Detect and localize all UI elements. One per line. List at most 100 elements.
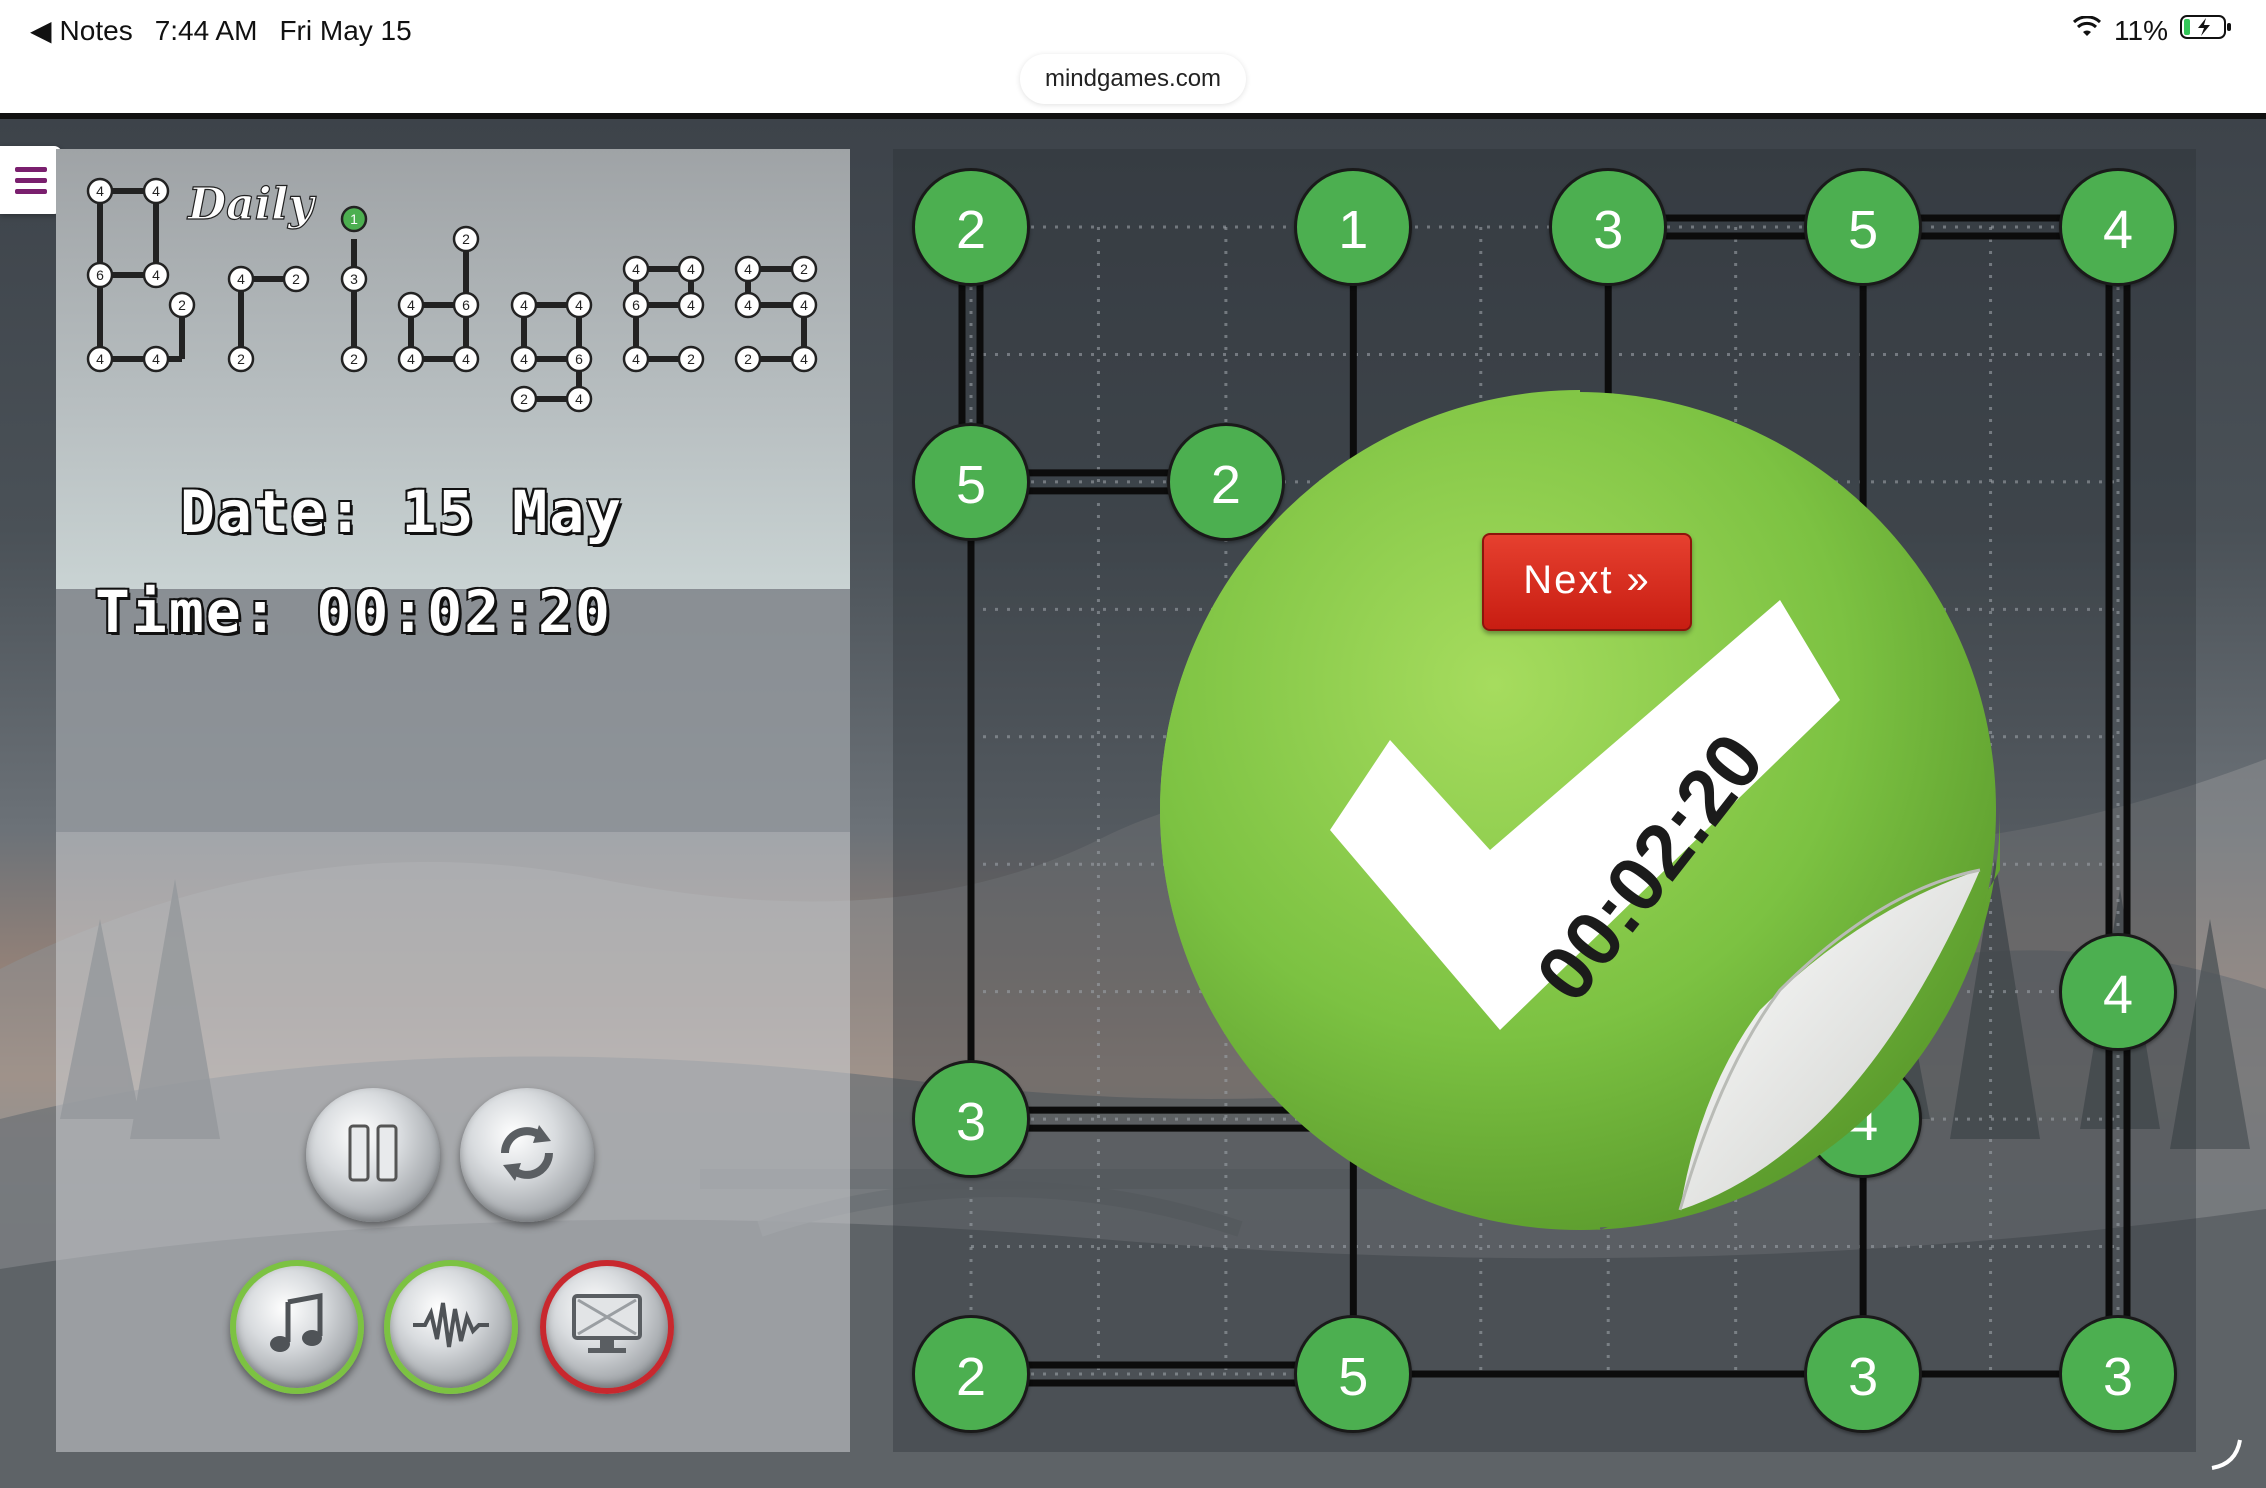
island-node[interactable]: 3 bbox=[1804, 1315, 1923, 1433]
svg-text:4: 4 bbox=[520, 297, 528, 313]
menu-bar-icon bbox=[15, 188, 47, 194]
music-icon bbox=[262, 1290, 332, 1365]
island-node[interactable]: 4 bbox=[2059, 932, 2177, 1051]
logo-mini-island: 4 bbox=[510, 345, 538, 373]
island-node[interactable]: 4 bbox=[2059, 168, 2177, 286]
logo-script-word: Daily bbox=[186, 179, 317, 230]
battery-charging-icon bbox=[2180, 14, 2232, 47]
svg-text:4: 4 bbox=[744, 297, 752, 313]
resize-handle-icon bbox=[2206, 1434, 2246, 1474]
logo-mini-island: 4 bbox=[790, 291, 818, 319]
svg-text:4: 4 bbox=[520, 351, 528, 367]
svg-text:2: 2 bbox=[687, 351, 695, 367]
logo-mini-island: 2 bbox=[677, 345, 705, 373]
svg-text:2: 2 bbox=[350, 351, 358, 367]
svg-text:4: 4 bbox=[407, 351, 415, 367]
puzzle-date: Date: 15 May bbox=[180, 478, 624, 546]
island-node[interactable]: 5 bbox=[912, 422, 1030, 541]
svg-text:4: 4 bbox=[744, 261, 752, 277]
menu-bar-icon bbox=[15, 166, 47, 172]
svg-text:4: 4 bbox=[687, 261, 695, 277]
island-node[interactable]: 3 bbox=[2059, 1315, 2177, 1433]
logo-mini-island: 4 bbox=[790, 345, 818, 373]
svg-text:4: 4 bbox=[632, 351, 640, 367]
island-node[interactable]: 3 bbox=[912, 1060, 1030, 1179]
island-node[interactable]: 5 bbox=[1804, 168, 1923, 286]
logo-mini-island: 6 bbox=[622, 291, 650, 319]
svg-text:4: 4 bbox=[237, 271, 245, 287]
svg-text:4: 4 bbox=[800, 351, 808, 367]
logo-mini-island: 4 bbox=[510, 291, 538, 319]
svg-text:6: 6 bbox=[462, 297, 470, 313]
status-bar: ◀ Notes 7:44 AM Fri May 15 11% mindgames… bbox=[0, 0, 2266, 113]
svg-text:6: 6 bbox=[575, 351, 583, 367]
island-node[interactable]: 1 bbox=[1294, 168, 1413, 286]
restart-icon bbox=[489, 1115, 565, 1196]
logo-mini-island: 4 bbox=[622, 255, 650, 283]
restart-button[interactable] bbox=[460, 1088, 594, 1222]
logo-mini-island: 2 bbox=[282, 265, 310, 293]
logo-mini-island: 3 bbox=[340, 265, 368, 293]
svg-text:2: 2 bbox=[237, 351, 245, 367]
pause-icon bbox=[338, 1118, 408, 1193]
back-to-notes-link[interactable]: ◀ Notes bbox=[30, 14, 133, 47]
svg-text:2: 2 bbox=[462, 231, 470, 247]
island-node[interactable]: 3 bbox=[1549, 168, 1668, 286]
svg-text:4: 4 bbox=[800, 297, 808, 313]
logo-mini-island: 2 bbox=[790, 255, 818, 283]
logo-mini-island: 4 bbox=[397, 291, 425, 319]
island-node[interactable]: 2 bbox=[912, 168, 1030, 286]
island-node[interactable]: 2 bbox=[912, 1315, 1030, 1433]
svg-text:3: 3 bbox=[350, 271, 358, 287]
logo-mini-island: 4 bbox=[734, 291, 762, 319]
logo-mini-island: 2 bbox=[340, 345, 368, 373]
logo-mini-island: 4 bbox=[86, 345, 114, 373]
next-puzzle-button[interactable]: Next » bbox=[1482, 533, 1692, 631]
url-bar[interactable]: mindgames.com bbox=[1020, 54, 1246, 104]
logo-mini-island: 6 bbox=[565, 345, 593, 373]
svg-text:6: 6 bbox=[96, 267, 104, 283]
svg-text:4: 4 bbox=[152, 267, 160, 283]
music-toggle-button[interactable] bbox=[230, 1260, 364, 1394]
svg-text:2: 2 bbox=[744, 351, 752, 367]
sound-wave-icon bbox=[411, 1295, 491, 1360]
back-arrow-icon: ◀ bbox=[30, 15, 52, 46]
logo-mini-island: 4 bbox=[452, 345, 480, 373]
svg-text:4: 4 bbox=[632, 261, 640, 277]
logo-mini-island: 1 bbox=[340, 205, 368, 233]
island-node[interactable]: 5 bbox=[1294, 1315, 1413, 1433]
svg-text:2: 2 bbox=[520, 391, 528, 407]
logo-mini-island: 4 bbox=[565, 385, 593, 413]
logo-mini-island: 4 bbox=[142, 345, 170, 373]
svg-text:4: 4 bbox=[462, 351, 470, 367]
svg-text:4: 4 bbox=[152, 351, 160, 367]
logo-mini-island: 4 bbox=[622, 345, 650, 373]
logo-mini-island: 4 bbox=[227, 265, 255, 293]
logo-mini-island: 2 bbox=[168, 291, 196, 319]
svg-text:4: 4 bbox=[575, 391, 583, 407]
logo-mini-island: 4 bbox=[677, 255, 705, 283]
fullscreen-toggle-button[interactable] bbox=[540, 1260, 674, 1394]
svg-text:4: 4 bbox=[575, 297, 583, 313]
battery-percent: 11% bbox=[2114, 14, 2168, 46]
back-label: Notes bbox=[59, 14, 133, 46]
logo-mini-island: 4 bbox=[142, 261, 170, 289]
logo-mini-island: 2 bbox=[734, 345, 762, 373]
logo-mini-island: 4 bbox=[677, 291, 705, 319]
logo-mini-island: 4 bbox=[565, 291, 593, 319]
logo-mini-island: 2 bbox=[510, 385, 538, 413]
logo-mini-island: 4 bbox=[86, 177, 114, 205]
monitor-icon bbox=[570, 1290, 644, 1365]
svg-text:2: 2 bbox=[292, 271, 300, 287]
side-panel: Daily 4 4 6 4 2 4 4 4 2 2 1 3 2 2 4 6 4 4 4 4 4 6 2 4 4 4 6 4 4 2 4 2 4 4… bbox=[56, 149, 850, 1452]
logo-mini-island: 4 bbox=[397, 345, 425, 373]
logo-mini-island: 6 bbox=[86, 261, 114, 289]
hamburger-menu-button[interactable] bbox=[0, 146, 62, 214]
sound-toggle-button[interactable] bbox=[384, 1260, 518, 1394]
logo-mini-island: 6 bbox=[452, 291, 480, 319]
clock: 7:44 AM bbox=[154, 14, 258, 46]
pause-button[interactable] bbox=[306, 1088, 440, 1222]
logo-mini-island: 2 bbox=[227, 345, 255, 373]
logo-mini-island: 4 bbox=[142, 177, 170, 205]
svg-text:4: 4 bbox=[96, 351, 104, 367]
